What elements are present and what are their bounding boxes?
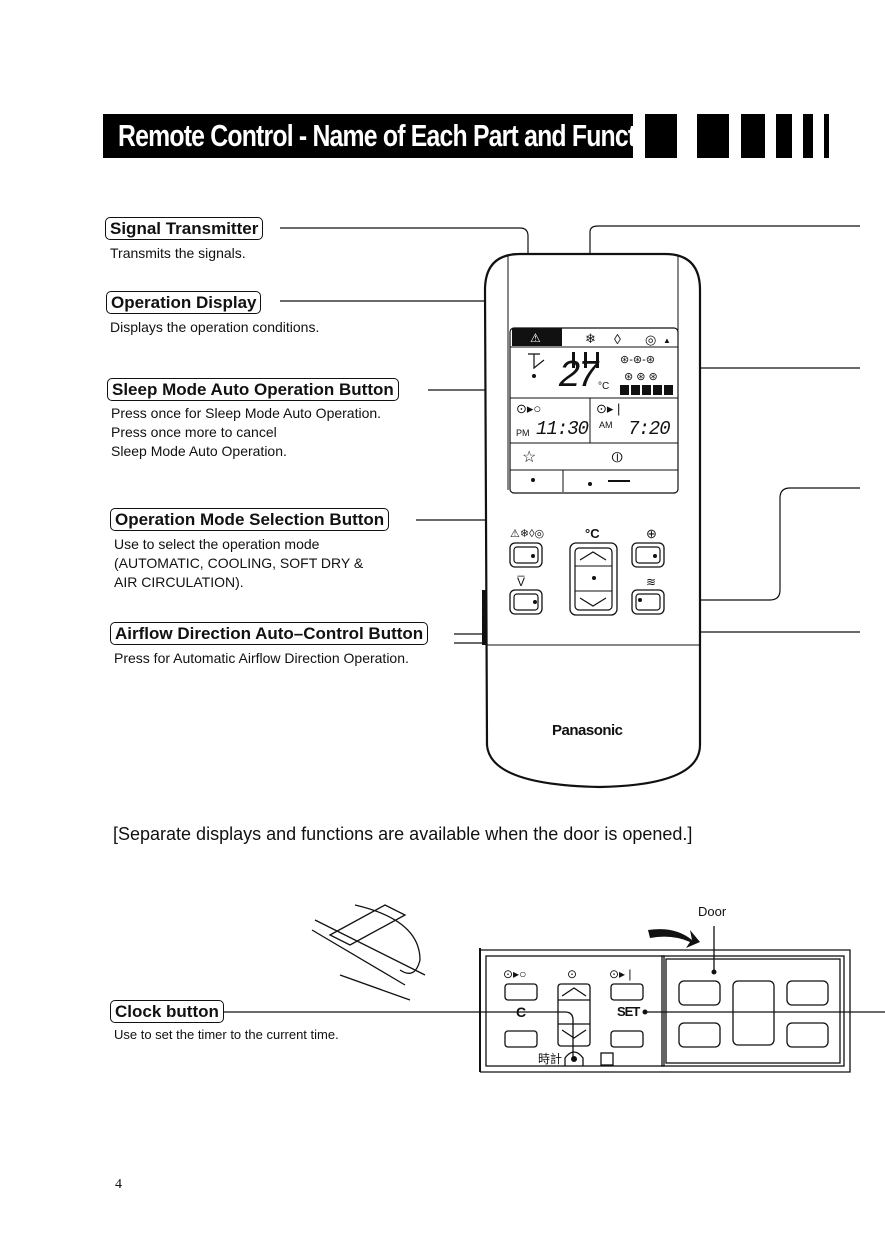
door-note: [Separate displays and functions are ava… xyxy=(113,824,693,844)
svg-text:▲: ▲ xyxy=(663,336,671,345)
door-label: Door xyxy=(698,904,727,919)
fan-speed-button[interactable] xyxy=(632,543,664,567)
svg-text:❄: ❄ xyxy=(585,331,596,346)
operation-mode-button[interactable] xyxy=(510,543,542,567)
svg-text:≋: ≋ xyxy=(646,575,656,589)
display-on-timer-prefix: AM xyxy=(599,420,613,430)
svg-text:⊙▸○: ⊙▸○ xyxy=(516,401,541,416)
temp-down-button[interactable] xyxy=(570,579,617,615)
svg-text:◊: ◊ xyxy=(614,331,621,347)
clock-button[interactable] xyxy=(566,1048,583,1066)
set-button[interactable] xyxy=(611,1031,643,1047)
temp-up-button[interactable] xyxy=(570,543,617,579)
clock-jp-label: 時計 xyxy=(538,1052,563,1066)
svg-text:☆: ☆ xyxy=(522,449,536,466)
svg-text:⊙▸○: ⊙▸○ xyxy=(503,967,526,981)
svg-text:◎: ◎ xyxy=(645,332,656,347)
on-timer-button[interactable] xyxy=(611,984,643,1000)
cancel-button[interactable] xyxy=(505,1031,537,1047)
svg-text:⊛-⊛-⊛: ⊛-⊛-⊛ xyxy=(620,354,655,366)
brand-logo: Panasonic xyxy=(552,722,623,739)
display-temperature: 27 xyxy=(558,355,600,398)
off-timer-button[interactable] xyxy=(505,984,537,1000)
display-on-timer-time: 7:20 xyxy=(628,418,671,440)
remote-illustration: ⚠ ❄ ◊ ◎ ▲ ⊛-⊛-⊛ ⊛ ⊛ ⊛ ⊙▸○ ⊙▸ | ☆ ⦶ ⚠❄◊◎ … xyxy=(218,225,885,1073)
svg-text:⊛ ⊛ ⊛: ⊛ ⊛ ⊛ xyxy=(624,371,658,383)
page-number: 4 xyxy=(115,1177,122,1192)
svg-text:V̅: V̅ xyxy=(517,575,525,589)
display-temp-unit: °C xyxy=(598,381,610,392)
sleep-mode-button[interactable] xyxy=(512,471,562,491)
svg-text:⊕: ⊕ xyxy=(646,526,657,541)
svg-text:⊙: ⊙ xyxy=(567,967,577,981)
temp-button-label: °C xyxy=(585,526,600,541)
airflow-swing-button[interactable] xyxy=(632,590,664,614)
svg-text:⦶: ⦶ xyxy=(612,449,623,466)
svg-text:⚠❄◊◎: ⚠❄◊◎ xyxy=(510,528,544,540)
callout-desc: Use to set the timer to the current time… xyxy=(114,1027,339,1042)
airflow-direction-button[interactable] xyxy=(510,590,542,614)
leader-line-signal xyxy=(280,227,529,258)
callout-clock-button: Clock button xyxy=(110,1000,224,1023)
svg-text:⊙▸ |: ⊙▸ | xyxy=(596,401,620,416)
set-label: SET xyxy=(617,1004,640,1019)
svg-text:⚠: ⚠ xyxy=(530,331,541,345)
cancel-label: C xyxy=(516,1004,527,1020)
power-button[interactable] xyxy=(564,471,676,491)
display-off-timer-prefix: PM xyxy=(516,428,530,438)
svg-text:⊙▸ |: ⊙▸ | xyxy=(609,967,632,981)
display-off-timer-time: 11:30 xyxy=(536,418,589,440)
